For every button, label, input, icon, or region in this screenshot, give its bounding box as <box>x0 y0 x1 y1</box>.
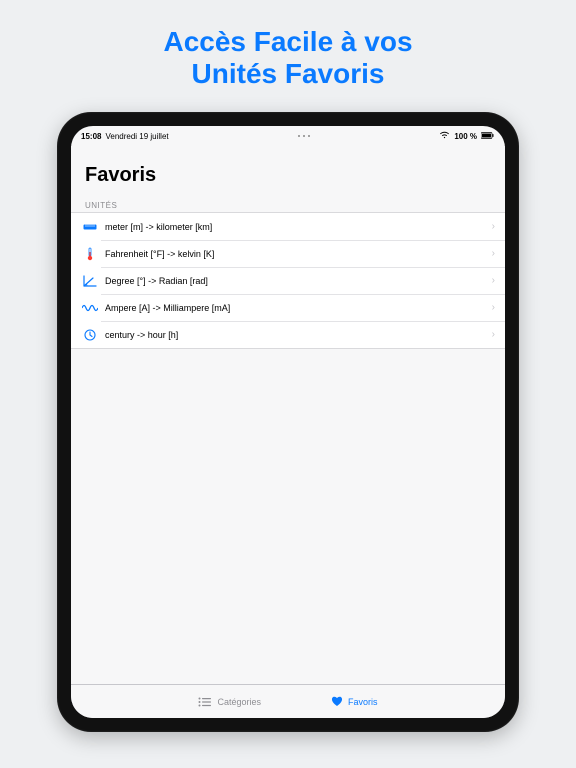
list-item[interactable]: century -> hour [h] › <box>71 321 505 348</box>
ruler-icon <box>81 223 99 231</box>
tab-favoris[interactable]: Favoris <box>331 696 378 707</box>
list-item-label: Fahrenheit [°F] -> kelvin [K] <box>105 249 492 259</box>
status-battery: 100 % <box>454 132 477 141</box>
chevron-right-icon: › <box>492 302 495 313</box>
promo-line-2: Unités Favoris <box>163 58 412 90</box>
multitask-dots <box>298 135 310 137</box>
promo-heading: Accès Facile à vos Unités Favoris <box>163 26 412 90</box>
heart-icon <box>331 696 343 707</box>
section-header-units: UNITÉS <box>71 197 505 212</box>
favorites-list: meter [m] -> kilometer [km] › Fahrenheit… <box>71 212 505 349</box>
list-item[interactable]: Ampere [A] -> Milliampere [mA] › <box>71 294 505 321</box>
tab-categories-label: Catégories <box>217 697 261 707</box>
list-item-label: Ampere [A] -> Milliampere [mA] <box>105 303 492 313</box>
wave-icon <box>81 303 99 313</box>
chevron-right-icon: › <box>492 329 495 340</box>
chevron-right-icon: › <box>492 248 495 259</box>
chevron-right-icon: › <box>492 275 495 286</box>
list-item-label: Degree [°] -> Radian [rad] <box>105 276 492 286</box>
screen: 15:08 Vendredi 19 juillet 100 % Favoris … <box>71 126 505 718</box>
list-item-label: meter [m] -> kilometer [km] <box>105 222 492 232</box>
list-item[interactable]: meter [m] -> kilometer [km] › <box>71 213 505 240</box>
clock-icon <box>81 329 99 341</box>
list-item[interactable]: Degree [°] -> Radian [rad] › <box>71 267 505 294</box>
content-area: Favoris UNITÉS meter [m] -> kilometer [k… <box>71 146 505 684</box>
list-item-label: century -> hour [h] <box>105 330 492 340</box>
angle-icon <box>81 275 99 287</box>
chevron-right-icon: › <box>492 221 495 232</box>
tab-favoris-label: Favoris <box>348 697 378 707</box>
thermometer-icon <box>81 247 99 261</box>
status-date: Vendredi 19 juillet <box>105 132 168 141</box>
page-title: Favoris <box>71 146 505 197</box>
list-item[interactable]: Fahrenheit [°F] -> kelvin [K] › <box>71 240 505 267</box>
battery-icon <box>481 132 495 141</box>
tab-bar: Catégories Favoris <box>71 684 505 718</box>
status-time: 15:08 <box>81 132 101 141</box>
status-bar: 15:08 Vendredi 19 juillet 100 % <box>71 126 505 146</box>
list-icon <box>198 697 212 707</box>
ipad-frame: 15:08 Vendredi 19 juillet 100 % Favoris … <box>57 112 519 732</box>
promo-line-1: Accès Facile à vos <box>163 26 412 58</box>
wifi-icon <box>440 131 450 141</box>
tab-categories[interactable]: Catégories <box>198 697 261 707</box>
